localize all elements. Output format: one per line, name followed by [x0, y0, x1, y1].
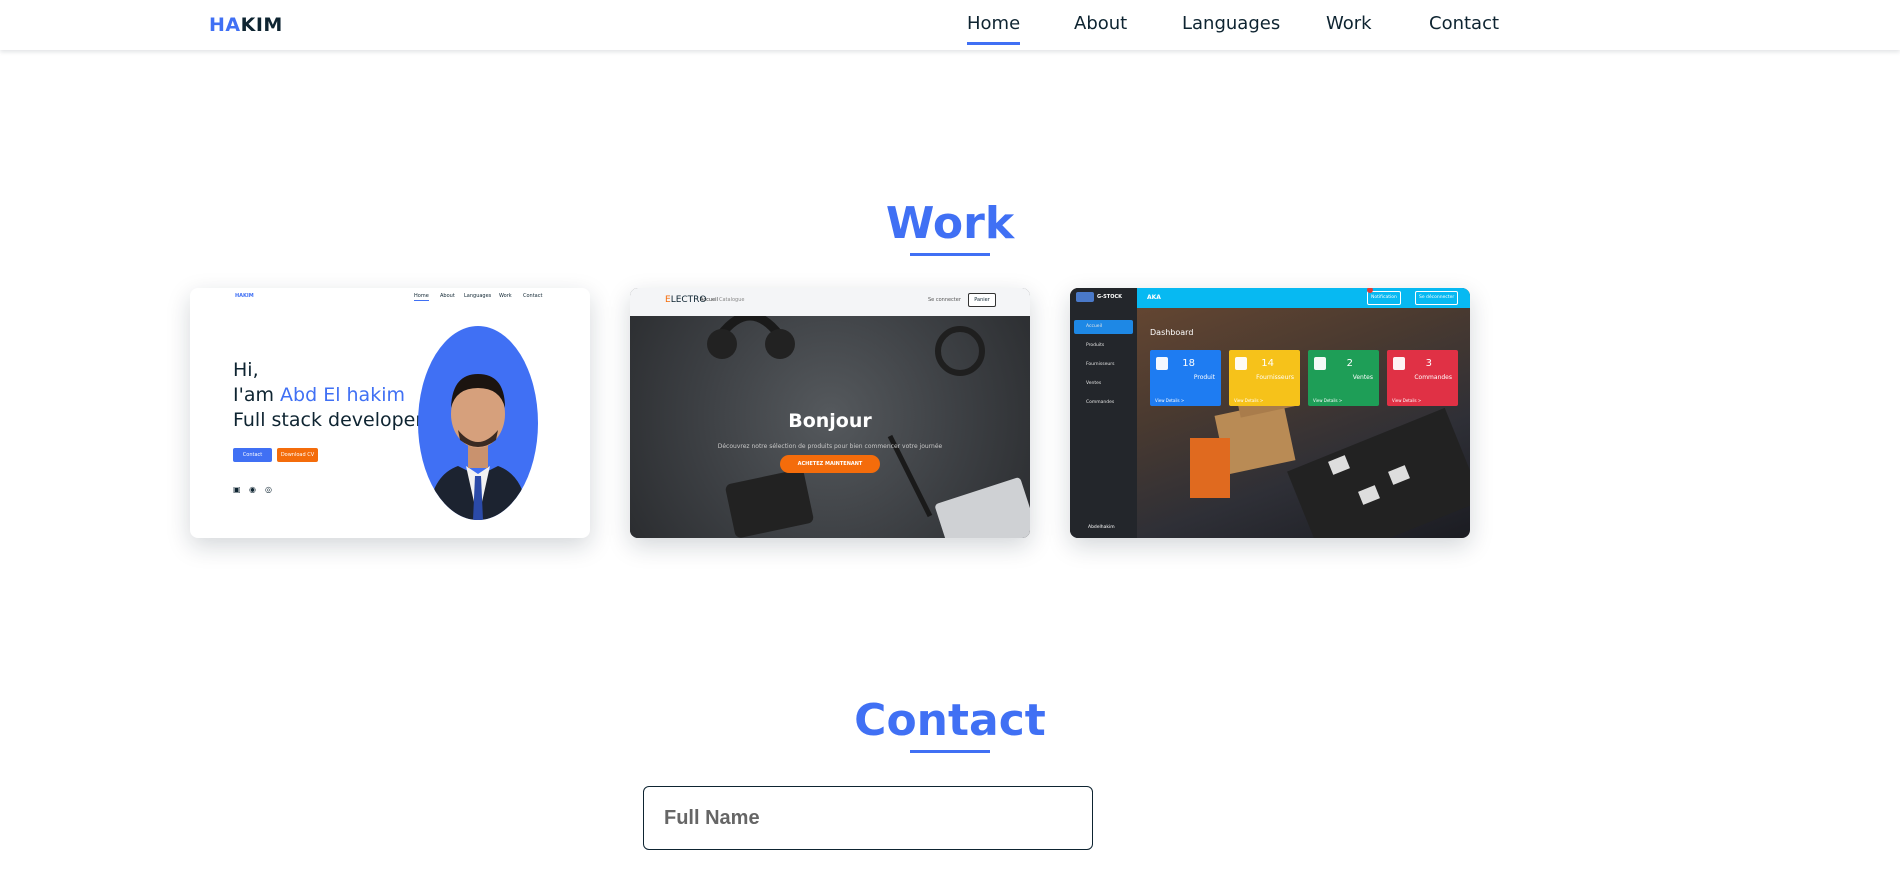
preview-contact-button: Contact — [233, 448, 272, 462]
stat-tile-produit: 18 Produit View Details > — [1150, 350, 1221, 406]
full-name-input[interactable] — [643, 786, 1093, 850]
preview-download-button: Download CV — [277, 448, 318, 462]
github-icon: ◉ — [249, 485, 256, 494]
preview-sidebar-item: Produits — [1086, 343, 1105, 348]
preview-topbar: ELECTRO Accueil Catalogue Se connecter P… — [630, 288, 1030, 316]
preview-sidebar-item: Fournisseurs — [1086, 362, 1115, 367]
work-section-title: Work — [0, 198, 1900, 256]
stat-value: 2 — [1346, 358, 1353, 369]
preview-cta-button: ACHETEZ MAINTENANT — [780, 455, 880, 473]
preview-user: Abdelhakim — [1088, 525, 1115, 530]
preview-nav-item: Home — [414, 293, 429, 301]
preview-nav-item: Catalogue — [719, 297, 745, 303]
gstock-logo-icon — [1076, 292, 1094, 302]
preview-dashboard-title: Dashboard — [1150, 328, 1194, 337]
logo-highlight: HA — [209, 14, 241, 36]
preview-greeting: Hi, — [233, 359, 259, 381]
stat-more-link: View Details > — [1234, 398, 1264, 403]
stat-value: 18 — [1182, 358, 1195, 369]
nav-link-contact[interactable]: Contact — [1429, 13, 1499, 34]
preview-nav-item: About — [440, 293, 455, 299]
stat-more-link: View Details > — [1313, 398, 1343, 403]
preview-notification: Notification — [1367, 291, 1401, 305]
contact-section-title: Contact — [0, 695, 1900, 753]
preview-nav-item: Languages — [464, 293, 492, 299]
linkedin-icon: ▣ — [233, 485, 241, 494]
portrait-photo — [418, 326, 538, 520]
preview-sidebar-item: Accueil — [1074, 320, 1133, 334]
nav-link-about[interactable]: About — [1074, 13, 1127, 34]
stat-label: Fournisseurs — [1256, 374, 1294, 381]
preview-nav-item: Accueil — [700, 297, 718, 303]
stat-label: Commandes — [1414, 374, 1452, 381]
site-logo[interactable]: HAKIM — [209, 14, 283, 36]
preview-subtitle: Découvrez notre sélection de produits po… — [717, 443, 943, 450]
instagram-icon: ◎ — [265, 485, 272, 494]
stat-label: Ventes — [1352, 374, 1373, 381]
stat-value: 3 — [1425, 358, 1432, 369]
project-card-gstock[interactable]: G-STOCK Accueil Produits Fournisseurs Ve… — [1070, 288, 1470, 538]
preview-cart: Panier — [968, 293, 996, 307]
preview-intro-prefix: I'am — [233, 384, 281, 406]
preview-topbar-logo: AKA — [1147, 294, 1161, 301]
project-card-portfolio[interactable]: HAKIM Home About Languages Work Contact … — [190, 288, 590, 538]
nav-link-languages[interactable]: Languages — [1182, 13, 1280, 34]
preview-login: Se connecter — [928, 297, 961, 303]
preview-heading: Bonjour — [788, 410, 872, 432]
project-card-electro[interactable]: ELECTRO Accueil Catalogue Se connecter P… — [630, 288, 1030, 538]
preview-nav-item: Work — [499, 293, 512, 299]
stat-more-link: View Details > — [1392, 398, 1422, 403]
stat-more-link: View Details > — [1155, 398, 1185, 403]
preview-logout: Se déconnecter — [1415, 291, 1459, 305]
stat-label: Produit — [1193, 374, 1215, 381]
stat-tile-ventes: 2 Ventes View Details > — [1308, 350, 1379, 406]
preview-topbar: AKA Notification Se déconnecter — [1137, 288, 1470, 308]
nav-link-home[interactable]: Home — [967, 13, 1021, 45]
preview-name: Abd El hakim — [280, 384, 405, 406]
preview-sidebar-item: Commandes — [1086, 400, 1115, 405]
site-header: HAKIM Home About Languages Work Contact — [0, 0, 1900, 50]
stat-value: 14 — [1261, 358, 1274, 369]
stat-tile-fournisseurs: 14 Fournisseurs View Details > — [1229, 350, 1300, 406]
preview-logo: HAKIM — [235, 293, 254, 299]
preview-sidebar-item: Ventes — [1086, 381, 1102, 386]
preview-brand: G-STOCK — [1097, 294, 1122, 300]
stat-tile-commandes: 3 Commandes View Details > — [1387, 350, 1458, 406]
preview-hero-text: Hi, I'am Abd El hakim Full stack develop… — [233, 358, 423, 433]
preview-sidebar: G-STOCK Accueil Produits Fournisseurs Ve… — [1070, 288, 1137, 538]
preview-intro: I'am Abd El hakim — [233, 383, 423, 408]
preview-nav-item: Contact — [523, 293, 543, 299]
logo-rest: KIM — [240, 14, 283, 36]
preview-role: Full stack developer — [233, 409, 424, 431]
nav-link-work[interactable]: Work — [1326, 13, 1372, 34]
